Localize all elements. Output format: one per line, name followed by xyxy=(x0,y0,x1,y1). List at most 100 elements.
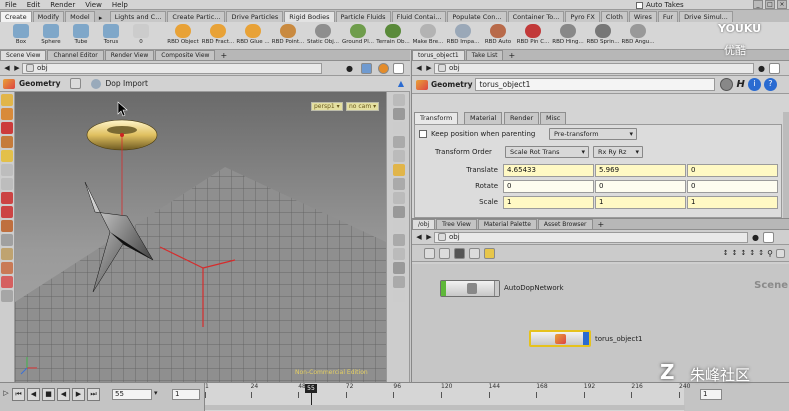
shelf-tab-create[interactable]: Create xyxy=(0,11,32,22)
net-layout-2-icon[interactable]: ↕ xyxy=(732,249,738,258)
display-opt-10-icon[interactable] xyxy=(393,220,405,232)
paint-tool-icon[interactable] xyxy=(1,150,13,162)
shelf-tool-left-1[interactable]: Sphere xyxy=(34,24,68,50)
shelf-tool-right-13[interactable]: RBD Angu... xyxy=(621,24,655,50)
keep-position-checkbox[interactable] xyxy=(419,130,427,138)
scene-path-field[interactable]: obj xyxy=(22,62,322,74)
param-tab-material[interactable]: Material xyxy=(464,112,503,124)
param-tab-misc[interactable]: Misc xyxy=(540,112,567,124)
auto-takes[interactable]: Auto Takes xyxy=(636,0,684,10)
transform-order-dropdown[interactable]: Scale Rot Trans xyxy=(505,146,589,158)
shelf-tool-right-2[interactable]: RBD Glue ... xyxy=(236,24,270,50)
shelf-tab-rigid-bodies[interactable]: Rigid Bodies xyxy=(284,11,335,22)
shelf-tab-drive-particles[interactable]: Drive Particles xyxy=(226,11,284,22)
menu-edit[interactable]: Edit xyxy=(22,1,46,9)
display-cube-icon[interactable] xyxy=(360,62,372,74)
net-layout-3-icon[interactable]: ↕ xyxy=(741,249,747,258)
range-slider[interactable] xyxy=(205,405,685,410)
persp-menu[interactable]: persp1 ▾ xyxy=(311,102,343,111)
handle-tool-icon[interactable] xyxy=(1,108,13,120)
info-icon[interactable]: i xyxy=(747,78,761,91)
shelf-tool-right-4[interactable]: Static Obj... xyxy=(306,24,340,50)
translate-x-field[interactable]: 4.65433 xyxy=(503,164,594,177)
shelf-tab-particle-fluids[interactable]: Particle Fluids xyxy=(335,11,391,22)
rotation-order-dropdown[interactable]: Rx Ry Rz xyxy=(593,146,643,158)
display-opt-14-icon[interactable] xyxy=(393,276,405,288)
net-layout-4-icon[interactable]: ↕ xyxy=(749,249,755,258)
display-opt-6-icon[interactable] xyxy=(393,164,405,176)
shelf-tool-right-5[interactable]: Ground Pl... xyxy=(341,24,375,50)
shelf-tool-right-0[interactable]: RBD Object xyxy=(166,24,200,50)
help-icon[interactable]: ? xyxy=(763,78,777,91)
maximize-icon[interactable]: □ xyxy=(765,0,775,9)
snap-icon[interactable]: ▲ xyxy=(398,79,404,88)
tab-scene-view[interactable]: Scene View xyxy=(0,50,47,60)
forward-icon[interactable]: ▶ xyxy=(12,63,22,73)
add-tab-icon[interactable]: + xyxy=(216,51,231,60)
net-layout-1-icon[interactable]: ↕ xyxy=(723,249,729,258)
menu-render[interactable]: Render xyxy=(45,1,80,9)
shelf-tab-create-particles[interactable]: Create Partic... xyxy=(167,11,226,22)
net-pin-icon[interactable]: ● xyxy=(752,233,759,242)
shelf-tab-model[interactable]: Model xyxy=(65,11,95,22)
shelf-tab-populate[interactable]: Populate Con... xyxy=(447,11,507,22)
end-frame-field[interactable]: 1 xyxy=(700,389,722,400)
net-back-icon[interactable]: ◀ xyxy=(414,232,424,242)
display-opt-11-icon[interactable] xyxy=(393,234,405,246)
shelf-tab-lights[interactable]: Lights and C... xyxy=(109,11,167,22)
display-opt-8-icon[interactable] xyxy=(393,192,405,204)
net-sticky-icon[interactable] xyxy=(484,247,495,259)
param-path-field[interactable]: obj xyxy=(434,62,754,74)
net-notes-icon[interactable] xyxy=(469,247,480,259)
scale-tool-icon[interactable] xyxy=(1,206,13,218)
audio-icon[interactable]: ▷ xyxy=(2,388,10,401)
add-param-tab-icon[interactable]: + xyxy=(504,51,519,60)
display-opt-7-icon[interactable] xyxy=(393,178,405,190)
net-image-icon[interactable] xyxy=(454,247,465,259)
frame-stepper-icon[interactable]: ▾ xyxy=(154,389,158,397)
tab-asset-browser[interactable]: Asset Browser xyxy=(537,219,593,229)
shelf-tab-fluid-containers[interactable]: Fluid Contai... xyxy=(391,11,447,22)
network-path-field[interactable]: obj xyxy=(434,231,748,243)
scale-y-field[interactable]: 1 xyxy=(595,196,686,209)
tab-render-view[interactable]: Render View xyxy=(104,50,155,60)
step-forward-icon[interactable]: ⏭ xyxy=(87,388,100,401)
tab-tree-view[interactable]: Tree View xyxy=(436,219,477,229)
scale-x-field[interactable]: 1 xyxy=(503,196,594,209)
pin-icon[interactable]: ● xyxy=(346,64,353,73)
node-name-field[interactable]: torus_object1 xyxy=(475,78,716,91)
shelf-tool-right-8[interactable]: RBD Impa... xyxy=(446,24,480,50)
tab-take-list[interactable]: Take List xyxy=(465,50,504,60)
shelf-tab-modify[interactable]: Modify xyxy=(32,11,65,22)
shelf-tool-right-12[interactable]: RBD Sprin... xyxy=(586,24,620,50)
display-opt-5-icon[interactable] xyxy=(393,150,405,162)
shelf-tool-left-0[interactable]: Box xyxy=(4,24,38,50)
menu-help[interactable]: Help xyxy=(107,1,133,9)
shelf-tool-right-10[interactable]: RBD Pin C... xyxy=(516,24,550,50)
scale-z-field[interactable]: 1 xyxy=(687,196,778,209)
shelf-tool-left-3[interactable]: Torus xyxy=(94,24,128,50)
display-opt-4-icon[interactable] xyxy=(393,136,405,148)
current-frame-field[interactable]: 55 xyxy=(112,389,152,400)
display-opt-2-icon[interactable] xyxy=(393,108,405,120)
param-gear-icon[interactable] xyxy=(720,78,734,91)
timeline-bar[interactable]: 55 1 24 48 72 96 120 144 168 192 216 240 xyxy=(204,383,690,411)
select-tool-icon[interactable] xyxy=(1,94,13,106)
maximize-pane-icon[interactable] xyxy=(392,62,404,74)
shelf-tool-right-1[interactable]: RBD Fract... xyxy=(201,24,235,50)
display-opt-3-icon[interactable] xyxy=(393,122,405,134)
auto-takes-checkbox[interactable] xyxy=(636,1,643,9)
move-tool-icon[interactable] xyxy=(1,178,13,190)
net-forward-icon[interactable]: ▶ xyxy=(424,232,434,242)
shelf-arrow-icon[interactable]: ▸ xyxy=(96,14,106,22)
viewport-canvas[interactable]: persp1 ▾ no cam ▾ Non-Commercial Edition xyxy=(15,92,386,382)
menu-file[interactable]: File xyxy=(0,1,22,9)
param-back-icon[interactable]: ◀ xyxy=(414,63,424,73)
play-icon[interactable]: ▶ xyxy=(72,388,85,401)
keep-position-dropdown[interactable]: Pre-transform xyxy=(549,128,637,140)
param-tab-transform[interactable]: Transform xyxy=(414,112,459,124)
rotate-tool-icon[interactable] xyxy=(1,192,13,204)
tab-material-palette[interactable]: Material Palette xyxy=(477,219,537,229)
light-tool-icon[interactable] xyxy=(1,276,13,288)
back-icon[interactable]: ◀ xyxy=(2,63,12,73)
